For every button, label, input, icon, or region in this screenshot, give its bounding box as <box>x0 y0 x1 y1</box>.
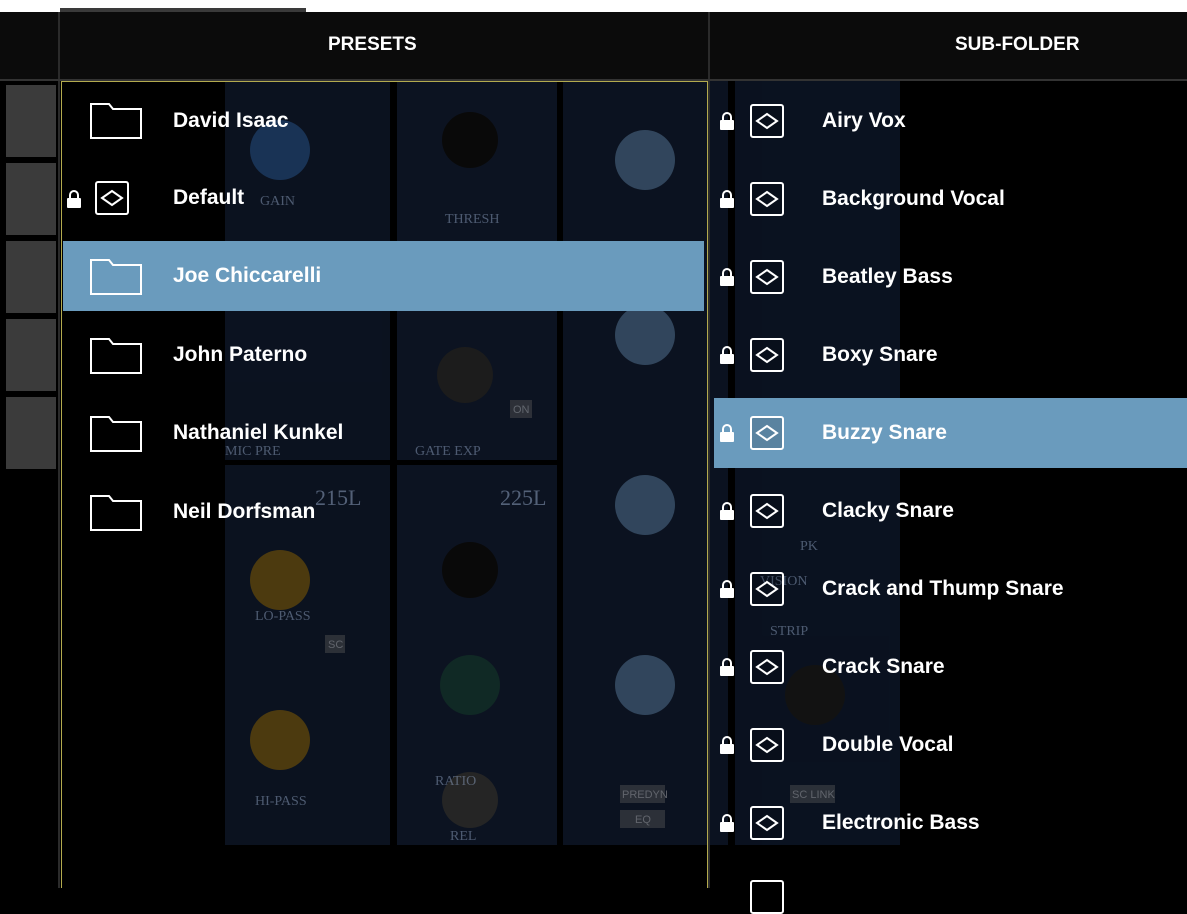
folder-icon <box>90 103 142 139</box>
preset-diamond-icon <box>95 181 129 215</box>
divider-middle <box>708 12 710 888</box>
presets-title: PRESETS <box>328 34 417 55</box>
subfolder-row[interactable]: Beatley Bass <box>714 242 1187 312</box>
preset-row-david-isaac[interactable]: David Isaac <box>63 86 704 156</box>
subfolder-title: SUB-FOLDER <box>955 34 1080 55</box>
side-tab-1[interactable] <box>6 85 56 157</box>
preset-row-neil-dorfsman[interactable]: Neil Dorfsman <box>63 477 704 547</box>
top-bar <box>0 0 1187 12</box>
preset-row-nathaniel-kunkel[interactable]: Nathaniel Kunkel <box>63 398 704 468</box>
lock-icon <box>720 814 734 832</box>
lock-icon <box>67 190 81 208</box>
preset-diamond-icon <box>750 494 784 528</box>
preset-label: John Paterno <box>173 343 308 366</box>
lock-icon <box>720 736 734 754</box>
folder-icon <box>90 338 142 374</box>
subfolder-label: Electronic Bass <box>822 811 980 834</box>
subfolder-row[interactable]: Buzzy Snare <box>714 398 1187 468</box>
preset-diamond-icon <box>750 806 784 840</box>
subfolder-label: Beatley Bass <box>822 265 953 288</box>
folder-icon <box>90 416 142 452</box>
side-tab-5[interactable] <box>6 397 56 469</box>
preset-diamond-icon <box>750 182 784 216</box>
subfolder-row[interactable]: Crack Snare <box>714 632 1187 702</box>
preset-label: Default <box>173 186 245 209</box>
side-tab-3[interactable] <box>6 241 56 313</box>
side-tab-4[interactable] <box>6 319 56 391</box>
subfolder-header: SUB-FOLDER <box>710 12 1187 80</box>
subfolder-row[interactable]: Airy Vox <box>714 86 1187 156</box>
subfolder-row[interactable]: Crack and Thump Snare <box>714 554 1187 624</box>
preset-diamond-icon <box>750 260 784 294</box>
subfolder-label: Background Vocal <box>822 187 1005 210</box>
subfolder-label: Boxy Snare <box>822 343 938 366</box>
preset-diamond-icon <box>750 416 784 450</box>
lock-icon <box>720 268 734 286</box>
subfolder-label: Crack Snare <box>822 655 945 678</box>
preset-diamond-icon <box>750 338 784 372</box>
header-left-stub <box>0 12 58 80</box>
preset-row-john-paterno[interactable]: John Paterno <box>63 320 704 390</box>
preset-diamond-icon-partial <box>750 880 784 914</box>
subfolder-label: Airy Vox <box>822 109 906 132</box>
folder-icon <box>90 259 142 295</box>
preset-label: David Isaac <box>173 109 289 132</box>
subfolder-row[interactable]: Clacky Snare <box>714 476 1187 546</box>
lock-icon <box>720 346 734 364</box>
lock-icon <box>720 424 734 442</box>
subfolder-label: Double Vocal <box>822 733 954 756</box>
preset-label: Nathaniel Kunkel <box>173 421 344 444</box>
lock-icon <box>720 502 734 520</box>
lock-icon <box>720 658 734 676</box>
side-tab-2[interactable] <box>6 163 56 235</box>
presets-header: PRESETS <box>60 12 708 80</box>
subfolder-row[interactable]: Double Vocal <box>714 710 1187 780</box>
subfolder-row[interactable]: Boxy Snare <box>714 320 1187 390</box>
folder-icon <box>90 495 142 531</box>
lock-icon <box>720 190 734 208</box>
preset-row-joe-chiccarelli[interactable]: Joe Chiccarelli <box>63 241 704 311</box>
lock-icon <box>720 112 734 130</box>
preset-row-default[interactable]: Default <box>63 163 704 233</box>
subfolder-label: Buzzy Snare <box>822 421 947 444</box>
preset-label: Neil Dorfsman <box>173 500 316 523</box>
preset-diamond-icon <box>750 104 784 138</box>
divider-left <box>58 12 60 888</box>
preset-diamond-icon <box>750 650 784 684</box>
subfolder-row[interactable]: Electronic Bass <box>714 788 1187 858</box>
subfolder-label: Crack and Thump Snare <box>822 577 1064 600</box>
preset-diamond-icon <box>750 728 784 762</box>
preset-label: Joe Chiccarelli <box>173 264 322 287</box>
lock-icon <box>720 580 734 598</box>
subfolder-row[interactable]: Background Vocal <box>714 164 1187 234</box>
preset-diamond-icon <box>750 572 784 606</box>
subfolder-label: Clacky Snare <box>822 499 954 522</box>
